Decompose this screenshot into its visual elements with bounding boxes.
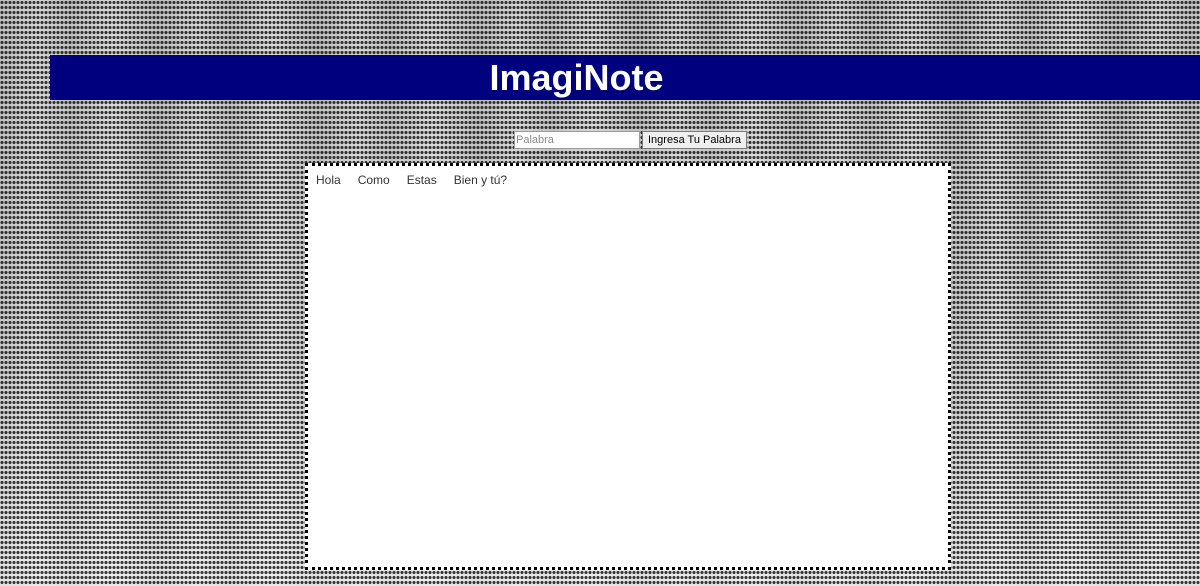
add-word-button[interactable]: Ingresa Tu Palabra xyxy=(642,131,747,149)
word-list: Hola Como Estas Bien y tú? xyxy=(316,172,524,188)
word-item[interactable]: Estas xyxy=(407,172,437,188)
word-item[interactable]: Hola xyxy=(316,172,341,188)
note-board: Hola Como Estas Bien y tú? xyxy=(305,163,951,570)
word-item[interactable]: Bien y tú? xyxy=(454,172,507,188)
word-item[interactable]: Como xyxy=(358,172,390,188)
app-title: ImagiNote xyxy=(489,57,664,98)
word-input[interactable] xyxy=(514,131,640,149)
word-entry-form: Ingresa Tu Palabra xyxy=(514,131,747,149)
header-banner: ImagiNote xyxy=(50,55,1200,100)
